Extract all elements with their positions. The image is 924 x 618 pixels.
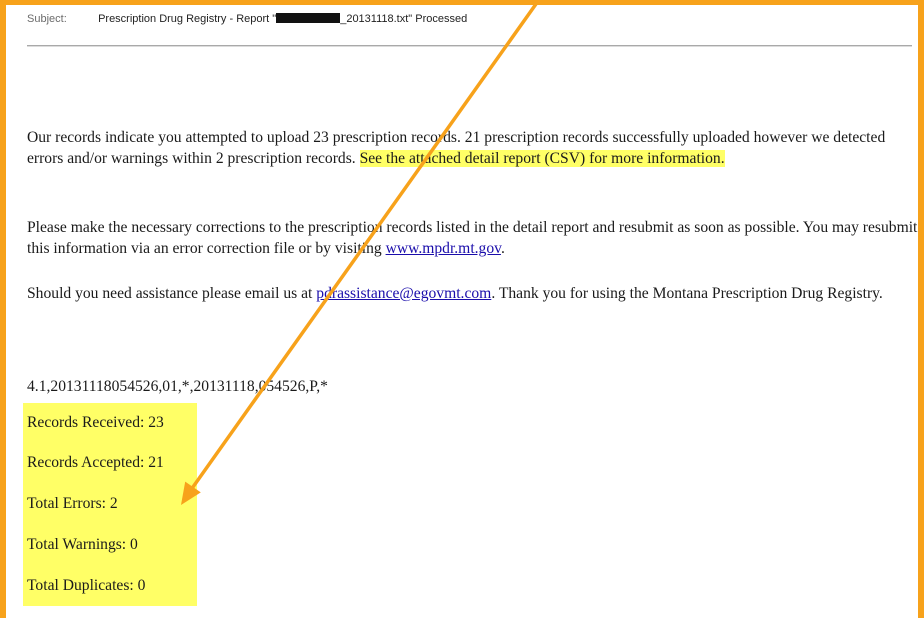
orange-arrow-icon <box>181 2 538 505</box>
